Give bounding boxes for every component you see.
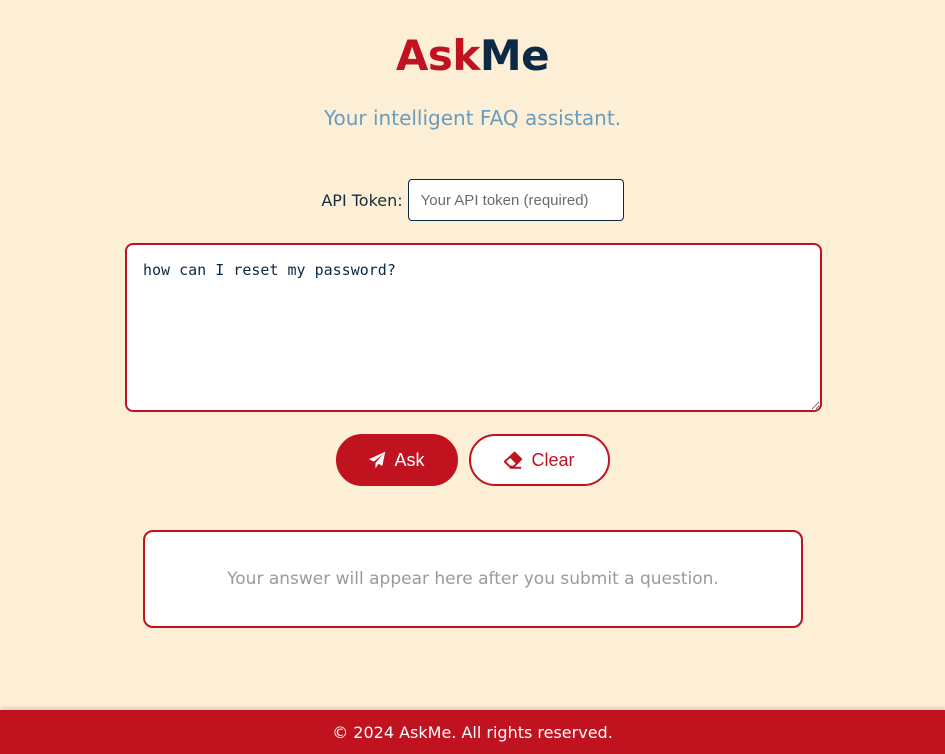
footer: © 2024 AskMe. All rights reserved. xyxy=(0,710,945,754)
api-token-row: API Token: xyxy=(0,179,945,221)
clear-button-label: Clear xyxy=(531,449,575,470)
footer-copyright: © 2024 AskMe. All rights reserved. xyxy=(332,722,613,742)
paper-plane-icon xyxy=(368,451,386,469)
logo-me-text: Me xyxy=(479,31,550,80)
logo-ask-text: Ask xyxy=(395,31,480,80)
answer-placeholder-text: Your answer will appear here after you s… xyxy=(227,569,719,589)
answer-box: Your answer will appear here after you s… xyxy=(143,530,803,628)
clear-button[interactable]: Clear xyxy=(468,434,610,486)
app-logo: AskMe xyxy=(0,30,945,82)
ask-button[interactable]: Ask xyxy=(335,434,458,486)
ask-button-label: Ask xyxy=(394,449,425,470)
page-subtitle: Your intelligent FAQ assistant. xyxy=(323,106,622,130)
action-buttons: Ask Clear xyxy=(0,434,945,486)
question-textarea[interactable]: how can I reset my password? xyxy=(125,243,822,412)
eraser-icon xyxy=(503,451,523,469)
api-token-input[interactable] xyxy=(407,179,624,221)
api-token-label: API Token: xyxy=(321,190,403,210)
